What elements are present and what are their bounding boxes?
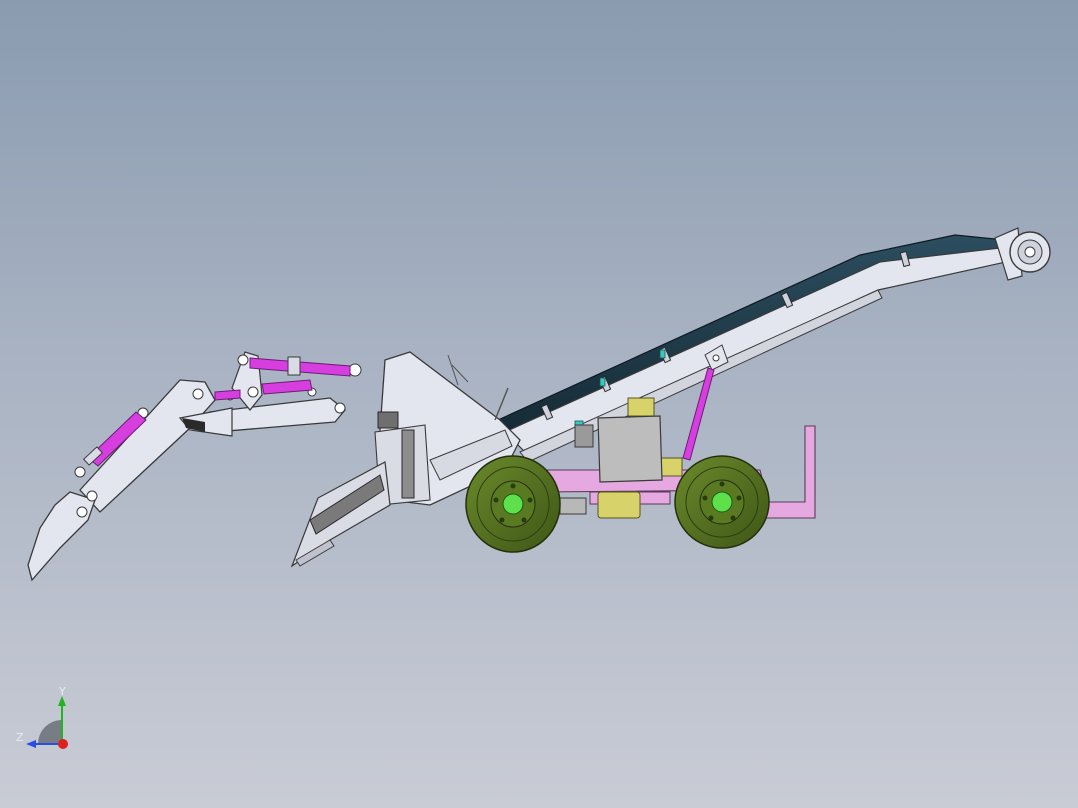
mining-loader-model[interactable] <box>0 0 1078 808</box>
cad-viewport[interactable]: Y Z <box>0 0 1078 808</box>
cylinder-boom-lower <box>261 379 313 395</box>
front-wheel <box>465 455 561 553</box>
conveyor-lower-rail <box>519 289 883 463</box>
axis-y-label: Y <box>59 685 66 698</box>
head-pulley <box>994 227 1051 281</box>
ripper-tooth <box>27 491 96 582</box>
coordinate-triad: Y Z <box>10 682 80 752</box>
axis-z-label: Z <box>16 731 24 744</box>
rear-wheel <box>674 455 770 549</box>
